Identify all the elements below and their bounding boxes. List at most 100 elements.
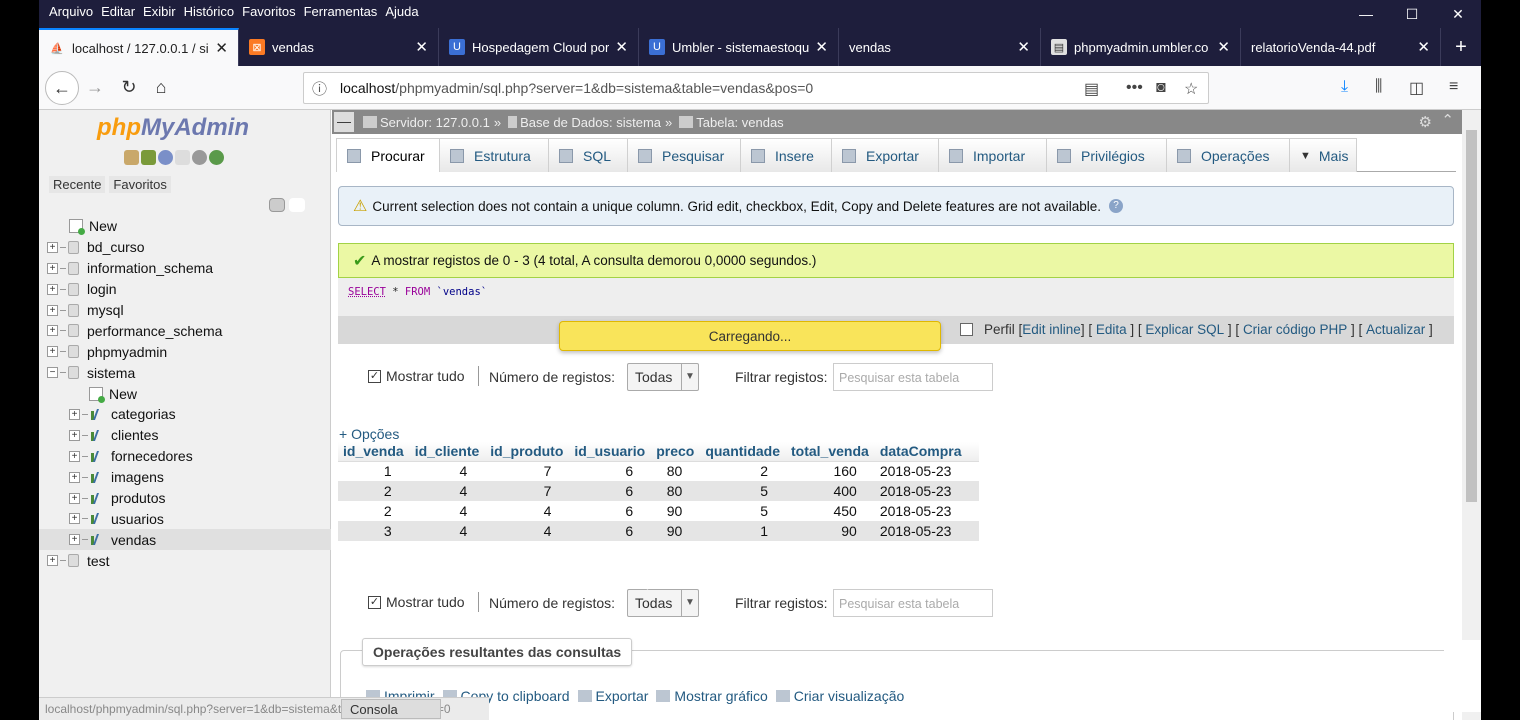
menu-arquivo[interactable]: Arquivo (45, 4, 97, 19)
expand-icon[interactable]: + (69, 513, 80, 525)
tab-recente[interactable]: Recente (49, 176, 106, 193)
reload-icon[interactable]: ↻ (117, 75, 141, 99)
expand-icon[interactable]: + (47, 241, 58, 253)
filter-input[interactable]: Pesquisar esta tabela (833, 589, 993, 617)
tab-sql[interactable]: SQL (548, 138, 628, 172)
tree-item-performance_schema[interactable]: + performance_schema (39, 320, 331, 341)
collapse-icon[interactable]: − (47, 367, 58, 379)
bookmark-star-icon[interactable]: ☆ (1184, 79, 1198, 99)
num-rows-select[interactable]: Todas ▼ (627, 589, 699, 617)
show-chart-link[interactable]: Mostrar gráfico (656, 688, 768, 704)
column-header-dataCompra[interactable]: dataCompra (874, 442, 980, 462)
column-header-id_usuario[interactable]: id_usuario (569, 442, 652, 462)
tree-item-phpmyadmin[interactable]: + phpmyadmin (39, 341, 331, 362)
close-tab-icon[interactable]: ✕ (815, 38, 828, 56)
menu-exibir[interactable]: Exibir (139, 4, 180, 19)
console-toggle[interactable]: Consola (341, 699, 441, 719)
settings-icon[interactable] (192, 150, 207, 165)
breadcrumb-db[interactable]: Base de Dados: sistema (520, 115, 661, 130)
show-all-checkbox[interactable]: ✓ (368, 596, 381, 609)
close-window-icon[interactable]: ✕ (1435, 0, 1481, 28)
tree-item-clientes[interactable]: + clientes (39, 425, 331, 446)
tab-procurar[interactable]: Procurar (336, 138, 440, 172)
table-row[interactable]: 2 4 7 6 80 5 400 2018-05-23 (338, 481, 980, 501)
perfil-checkbox[interactable] (960, 323, 973, 336)
new-tab-icon[interactable]: + (1441, 28, 1481, 66)
close-tab-icon[interactable]: ✕ (1417, 38, 1430, 56)
expand-icon[interactable]: + (47, 304, 58, 316)
menu-favoritos[interactable]: Favoritos (238, 4, 299, 19)
edit-inline-link[interactable]: Edit inline (1022, 322, 1081, 337)
tree-item-fornecedores[interactable]: + fornecedores (39, 446, 331, 467)
tab-hospedagem[interactable]: U Hospedagem Cloud por ✕ (439, 28, 639, 66)
expand-icon[interactable]: + (69, 429, 80, 441)
column-header-id_cliente[interactable]: id_cliente (409, 442, 486, 462)
tree-item-new[interactable]: New (39, 383, 331, 404)
sql-keyword-from[interactable]: FROM (405, 286, 430, 298)
num-rows-select[interactable]: Todas ▼ (627, 363, 699, 391)
table-row[interactable]: 3 4 4 6 90 1 90 2018-05-23 (338, 521, 980, 541)
close-tab-icon[interactable]: ✕ (615, 38, 628, 56)
expand-icon[interactable]: + (69, 450, 80, 462)
breadcrumb-server[interactable]: Servidor: 127.0.0.1 (380, 115, 490, 130)
expand-icon[interactable]: + (69, 408, 80, 420)
menu-editar[interactable]: Editar (97, 4, 139, 19)
menu-ajuda[interactable]: Ajuda (381, 4, 422, 19)
maximize-icon[interactable]: ☐ (1389, 0, 1435, 28)
scrollbar-thumb[interactable] (1466, 130, 1477, 502)
back-icon[interactable]: ← (45, 71, 79, 105)
library-icon[interactable]: ⫼ (1375, 78, 1382, 96)
tree-item-usuarios[interactable]: + usuarios (39, 508, 331, 529)
tab-privilegios[interactable]: Privilégios (1046, 138, 1167, 172)
tree-item-vendas[interactable]: + vendas (39, 529, 331, 551)
pocket-icon[interactable]: ◙ (1156, 79, 1166, 97)
tab-localhost[interactable]: ⛵ localhost / 127.0.0.1 / sis ✕ (39, 28, 239, 66)
tree-item-categorias[interactable]: + categorias (39, 404, 331, 425)
minimize-icon[interactable]: — (1343, 0, 1389, 28)
export-link[interactable]: Exportar (577, 688, 648, 704)
tab-pesquisar[interactable]: Pesquisar (627, 138, 741, 172)
collapse-sidebar-icon[interactable]: — (334, 112, 354, 132)
tab-vendas[interactable]: ⊠ vendas ✕ (239, 28, 439, 66)
scrollbar[interactable] (1462, 110, 1481, 720)
show-all-checkbox[interactable]: ✓ (368, 370, 381, 383)
tab-vendas-2[interactable]: vendas ✕ (839, 28, 1041, 66)
tree-item-new[interactable]: New (39, 216, 331, 237)
expand-icon[interactable]: + (69, 471, 80, 483)
tree-item-produtos[interactable]: + produtos (39, 488, 331, 509)
reader-view-icon[interactable]: ▤ (1084, 79, 1099, 99)
close-tab-icon[interactable]: ✕ (415, 38, 428, 56)
column-header-preco[interactable]: preco (651, 442, 701, 462)
fullscreen-icon[interactable]: ⌃ (1441, 111, 1454, 129)
tab-mais[interactable]: ▼ Mais (1289, 138, 1357, 172)
reload-icon[interactable] (209, 150, 224, 165)
criar-codigo-php-link[interactable]: Criar código PHP (1243, 322, 1347, 337)
docs-icon[interactable] (175, 150, 190, 165)
sidebar-toggle-icon[interactable]: ◫ (1409, 78, 1424, 98)
table-row[interactable]: 2 4 4 6 90 5 450 2018-05-23 (338, 501, 979, 521)
options-link[interactable]: + Opções (339, 426, 399, 442)
expand-icon[interactable]: + (47, 262, 58, 274)
help-icon[interactable]: ? (1109, 199, 1124, 213)
explicar-sql-link[interactable]: Explicar SQL (1145, 322, 1224, 337)
info-icon[interactable]: ⓘ (312, 78, 336, 99)
tab-umbler[interactable]: U Umbler - sistemaestoque ✕ (639, 28, 839, 66)
column-header-quantidade[interactable]: quantidade (700, 442, 786, 462)
forward-icon[interactable]: → (83, 75, 107, 99)
tab-phpmyadmin-umbler[interactable]: ▤ phpmyadmin.umbler.co ✕ (1041, 28, 1241, 66)
logout-icon[interactable] (141, 150, 156, 165)
column-header-total_venda[interactable]: total_venda (786, 442, 875, 462)
expand-icon[interactable]: + (47, 283, 58, 295)
menu-historico[interactable]: Histórico (180, 4, 239, 19)
expand-icon[interactable]: + (47, 346, 58, 358)
tree-item-mysql[interactable]: + mysql (39, 300, 331, 321)
tree-item-login[interactable]: + login (39, 279, 331, 300)
tab-estrutura[interactable]: Estrutura (439, 138, 549, 172)
gear-icon[interactable]: ⚙ (1419, 113, 1432, 131)
sql-keyword-select[interactable]: SELECT (348, 286, 386, 298)
tree-item-test[interactable]: + test (39, 550, 331, 571)
tab-exportar[interactable]: Exportar (831, 138, 939, 172)
close-tab-icon[interactable]: ✕ (1017, 38, 1030, 56)
table-row[interactable]: 1 4 7 6 80 2 160 2018-05-23 (338, 461, 979, 481)
collapse-all-icon[interactable] (269, 198, 285, 212)
